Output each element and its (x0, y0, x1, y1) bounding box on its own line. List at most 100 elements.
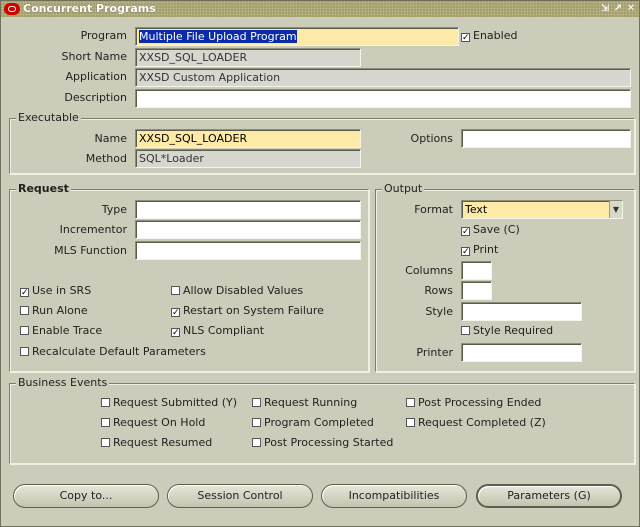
request-completed-checkbox[interactable]: Request Completed (Z) (406, 415, 546, 431)
enabled-checkbox[interactable]: ✓ Enabled (461, 28, 517, 44)
post-processing-started-label: Post Processing Started (264, 436, 394, 449)
window-titlebar[interactable]: Concurrent Programs ⇲ ↗ ✕ (1, 1, 639, 17)
print-checkbox[interactable]: ✓ Print (461, 242, 498, 258)
style-field[interactable] (461, 302, 582, 321)
incompatibilities-button[interactable]: Incompatibilities (321, 484, 467, 508)
maximize-icon[interactable]: ↗ (612, 2, 624, 15)
mls-function-field[interactable] (135, 241, 361, 260)
recalculate-defaults-box-icon (20, 347, 29, 356)
use-in-srs-checkbox[interactable]: ✓ Use in SRS (20, 283, 91, 299)
request-on-hold-checkbox[interactable]: Request On Hold (101, 415, 205, 431)
request-resumed-checkbox[interactable]: Request Resumed (101, 435, 212, 451)
allow-disabled-values-checkbox[interactable]: Allow Disabled Values (171, 283, 303, 299)
enable-trace-label: Enable Trace (32, 324, 103, 337)
request-resumed-label: Request Resumed (113, 436, 213, 449)
recalculate-defaults-label: Recalculate Default Parameters (32, 345, 206, 358)
request-completed-box-icon (406, 418, 415, 427)
close-icon[interactable]: ✕ (625, 2, 637, 15)
method-label: Method (85, 152, 127, 165)
restore-icon[interactable]: ⇲ (599, 2, 611, 15)
save-check-icon: ✓ (461, 227, 470, 237)
application-field[interactable]: XXSD Custom Application (135, 68, 631, 87)
nls-compliant-check-icon: ✓ (171, 328, 180, 338)
request-running-label: Request Running (264, 396, 358, 409)
options-field[interactable] (461, 129, 631, 148)
program-value: Multiple File Upload Program (139, 30, 297, 43)
incrementor-field[interactable] (135, 220, 361, 239)
save-label: Save (C) (473, 223, 520, 236)
window-title: Concurrent Programs (23, 2, 156, 15)
short-name-field[interactable]: XXSD_SQL_LOADER (135, 48, 361, 67)
business-events-title: Business Events (16, 376, 110, 390)
style-required-box-icon (461, 326, 470, 335)
style-required-label: Style Required (473, 324, 554, 337)
program-completed-label: Program Completed (264, 416, 374, 429)
save-checkbox[interactable]: ✓ Save (C) (461, 222, 520, 238)
printer-label: Printer (416, 346, 453, 359)
enabled-label: Enabled (473, 29, 518, 42)
request-submitted-box-icon (101, 398, 110, 407)
style-label: Style (425, 305, 453, 318)
session-control-button[interactable]: Session Control (167, 484, 313, 508)
request-resumed-box-icon (101, 438, 110, 447)
parameters-button[interactable]: Parameters (G) (476, 484, 622, 508)
incrementor-label: Incrementor (59, 223, 127, 236)
request-on-hold-box-icon (101, 418, 110, 427)
copy-to-button[interactable]: Copy to... (13, 484, 159, 508)
short-name-label: Short Name (61, 50, 127, 63)
allow-disabled-values-label: Allow Disabled Values (183, 284, 304, 297)
format-select[interactable]: Text ▼ (461, 200, 623, 219)
method-field[interactable]: SQL*Loader (135, 149, 361, 168)
program-completed-checkbox[interactable]: Program Completed (252, 415, 374, 431)
enable-trace-box-icon (20, 326, 29, 335)
use-in-srs-label: Use in SRS (32, 284, 92, 297)
program-field[interactable]: Multiple File Upload Program (135, 27, 459, 46)
run-alone-label: Run Alone (32, 304, 88, 317)
post-processing-started-box-icon (252, 438, 261, 447)
post-processing-ended-checkbox[interactable]: Post Processing Ended (406, 395, 541, 411)
description-field[interactable] (135, 89, 631, 108)
rows-label: Rows (424, 284, 453, 297)
recalculate-defaults-checkbox[interactable]: Recalculate Default Parameters (20, 344, 206, 360)
mls-function-label: MLS Function (54, 244, 127, 257)
request-running-checkbox[interactable]: Request Running (252, 395, 357, 411)
restart-on-failure-checkbox[interactable]: ✓ Restart on System Failure (171, 303, 324, 319)
post-processing-ended-label: Post Processing Ended (418, 396, 542, 409)
print-label: Print (473, 243, 499, 256)
description-label: Description (64, 91, 127, 104)
request-submitted-checkbox[interactable]: Request Submitted (Y) (101, 395, 237, 411)
nls-compliant-checkbox[interactable]: ✓ NLS Compliant (171, 323, 264, 339)
run-alone-box-icon (20, 306, 29, 315)
type-label: Type (101, 203, 127, 216)
post-processing-ended-box-icon (406, 398, 415, 407)
enabled-check-icon: ✓ (461, 33, 470, 43)
application-label: Application (65, 70, 127, 83)
enable-trace-checkbox[interactable]: Enable Trace (20, 323, 102, 339)
type-field[interactable] (135, 200, 361, 219)
columns-field[interactable] (461, 261, 492, 280)
request-submitted-label: Request Submitted (Y) (113, 396, 238, 409)
columns-label: Columns (405, 264, 453, 277)
request-on-hold-label: Request On Hold (113, 416, 206, 429)
printer-field[interactable] (461, 343, 582, 362)
options-label: Options (410, 132, 453, 145)
request-running-box-icon (252, 398, 261, 407)
use-in-srs-check-icon: ✓ (20, 288, 29, 298)
program-completed-box-icon (252, 418, 261, 427)
post-processing-started-checkbox[interactable]: Post Processing Started (252, 435, 393, 451)
format-label: Format (414, 203, 453, 216)
format-value: Text (465, 203, 488, 216)
restart-on-failure-check-icon: ✓ (171, 308, 180, 318)
executable-name-label: Name (94, 132, 127, 145)
executable-group-title: Executable (16, 111, 81, 125)
allow-disabled-values-box-icon (171, 286, 180, 295)
executable-name-field[interactable]: XXSD_SQL_LOADER (135, 129, 361, 148)
nls-compliant-label: NLS Compliant (183, 324, 265, 337)
rows-field[interactable] (461, 281, 492, 300)
oracle-logo-icon (4, 3, 20, 15)
restart-on-failure-label: Restart on System Failure (183, 304, 324, 317)
style-required-checkbox[interactable]: Style Required (461, 323, 553, 339)
run-alone-checkbox[interactable]: Run Alone (20, 303, 88, 319)
concurrent-programs-window: Concurrent Programs ⇲ ↗ ✕ Program Multip… (0, 0, 640, 527)
dropdown-arrow-icon[interactable]: ▼ (609, 201, 622, 218)
